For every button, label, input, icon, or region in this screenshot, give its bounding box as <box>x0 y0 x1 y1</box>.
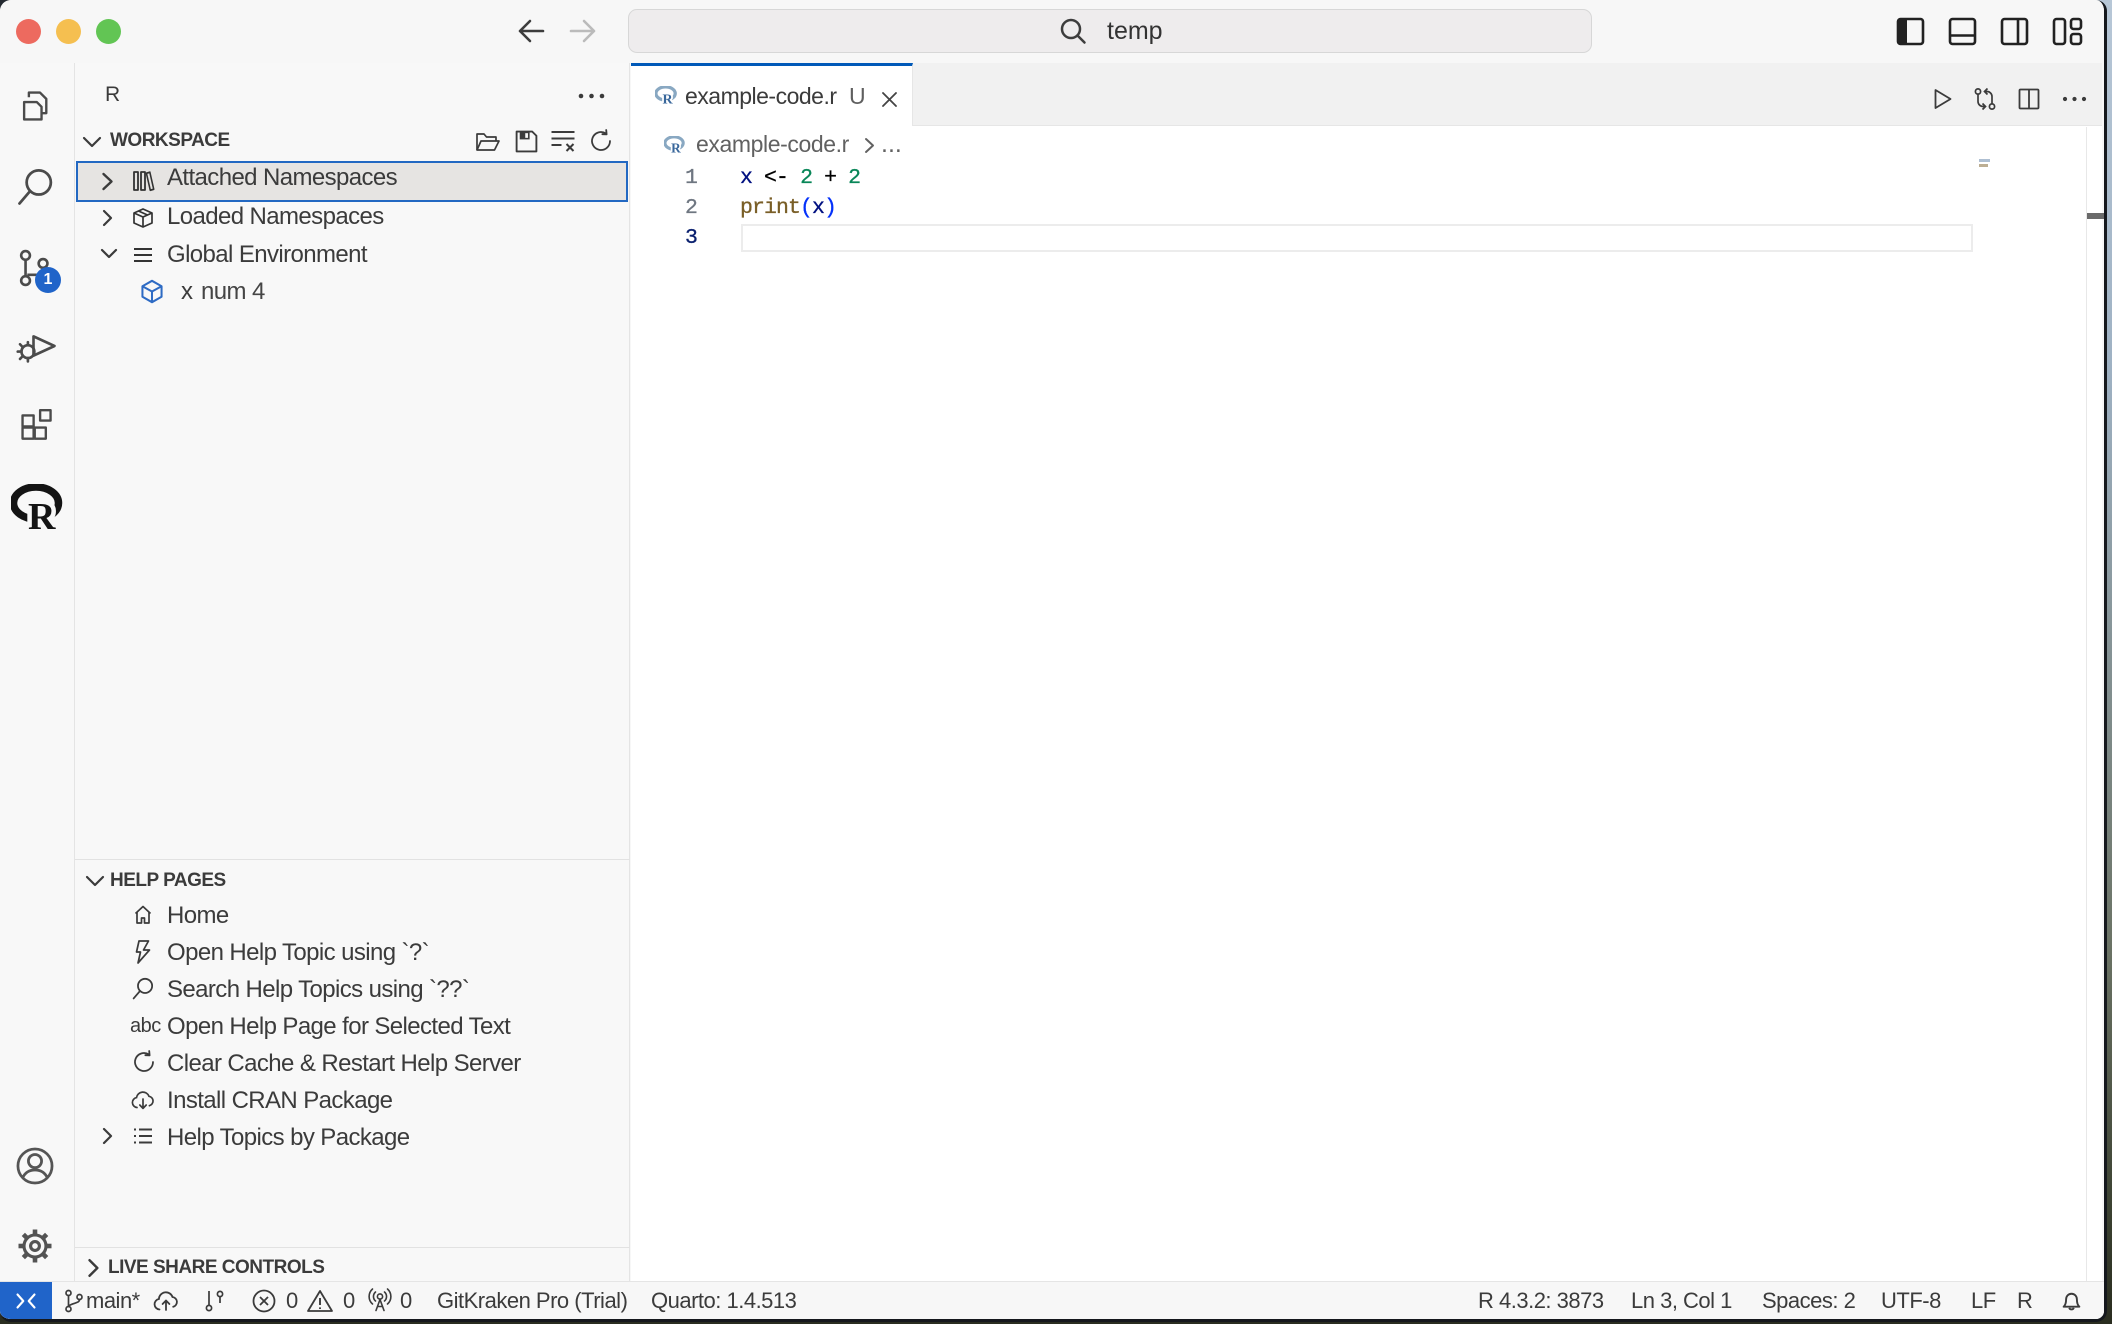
svg-text:R: R <box>671 140 681 153</box>
svg-text:R: R <box>662 91 673 104</box>
svg-text:R: R <box>28 496 56 534</box>
